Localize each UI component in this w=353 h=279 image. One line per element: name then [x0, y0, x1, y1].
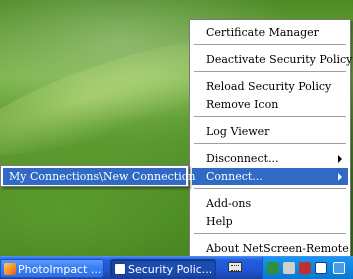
connect-submenu: My Connections\New Connection: [0, 165, 195, 187]
taskbar: PhotoImpact ... Security Polic...: [0, 256, 353, 279]
shield-icon[interactable]: [299, 262, 311, 274]
menu-item-label: Log Viewer: [206, 125, 270, 138]
menu-item-disconnect[interactable]: Disconnect...: [192, 150, 348, 167]
menu-separator: [194, 233, 346, 235]
photoimpact-icon: [4, 263, 16, 275]
menu-item-label: Add-ons: [206, 197, 252, 210]
menu-item-reload-security-policy[interactable]: Reload Security Policy: [192, 78, 348, 95]
taskbar-button-label: Security Polic...: [128, 263, 213, 276]
netscreen-context-menu: Certificate Manager Deactivate Security …: [189, 19, 352, 261]
menu-item-label: About NetScreen-Remote: [206, 242, 349, 255]
menu-item-label: Disconnect...: [206, 152, 279, 165]
menu-item-connect[interactable]: Connect...: [192, 168, 348, 185]
menu-item-log-viewer[interactable]: Log Viewer: [192, 123, 348, 140]
taskbar-button-security-policy[interactable]: Security Polic...: [110, 259, 216, 278]
keyboard-icon[interactable]: [228, 262, 242, 272]
menu-separator: [194, 143, 346, 145]
menu-item-label: Remove Icon: [206, 98, 279, 111]
submenu-arrow-icon: [338, 173, 342, 181]
menu-item-deactivate-security-policy[interactable]: Deactivate Security Policy: [192, 51, 352, 68]
menu-item-label: Reload Security Policy: [206, 80, 332, 93]
menu-separator: [194, 116, 346, 118]
menu-item-help[interactable]: Help: [192, 213, 348, 230]
menu-item-add-ons[interactable]: Add-ons: [192, 195, 348, 212]
menu-separator: [194, 71, 346, 73]
menu-item-label: Deactivate Security Policy: [206, 53, 353, 66]
menu-item-certificate-manager[interactable]: Certificate Manager: [192, 24, 348, 41]
speaker-icon[interactable]: [283, 262, 295, 274]
menu-item-remove-icon[interactable]: Remove Icon: [192, 96, 348, 113]
menu-item-about[interactable]: About NetScreen-Remote: [192, 240, 349, 257]
tray-app-icon[interactable]: [333, 262, 345, 274]
netscreen-tray-icon[interactable]: [315, 262, 327, 274]
menu-separator: [194, 188, 346, 190]
taskbar-button-photoimpact[interactable]: PhotoImpact ...: [0, 259, 104, 278]
menu-item-label: Connect...: [206, 170, 263, 183]
submenu-arrow-icon: [338, 155, 342, 163]
taskbar-button-label: PhotoImpact ...: [18, 263, 102, 276]
system-tray: [262, 257, 353, 279]
menu-separator: [194, 44, 346, 46]
netscreen-icon: [114, 263, 126, 275]
menu-item-label: Certificate Manager: [206, 26, 319, 39]
submenu-item-label: My Connections\New Connection: [9, 170, 196, 183]
network-icon[interactable]: [267, 262, 279, 274]
submenu-item-new-connection[interactable]: My Connections\New Connection: [3, 168, 195, 185]
menu-item-label: Help: [206, 215, 233, 228]
